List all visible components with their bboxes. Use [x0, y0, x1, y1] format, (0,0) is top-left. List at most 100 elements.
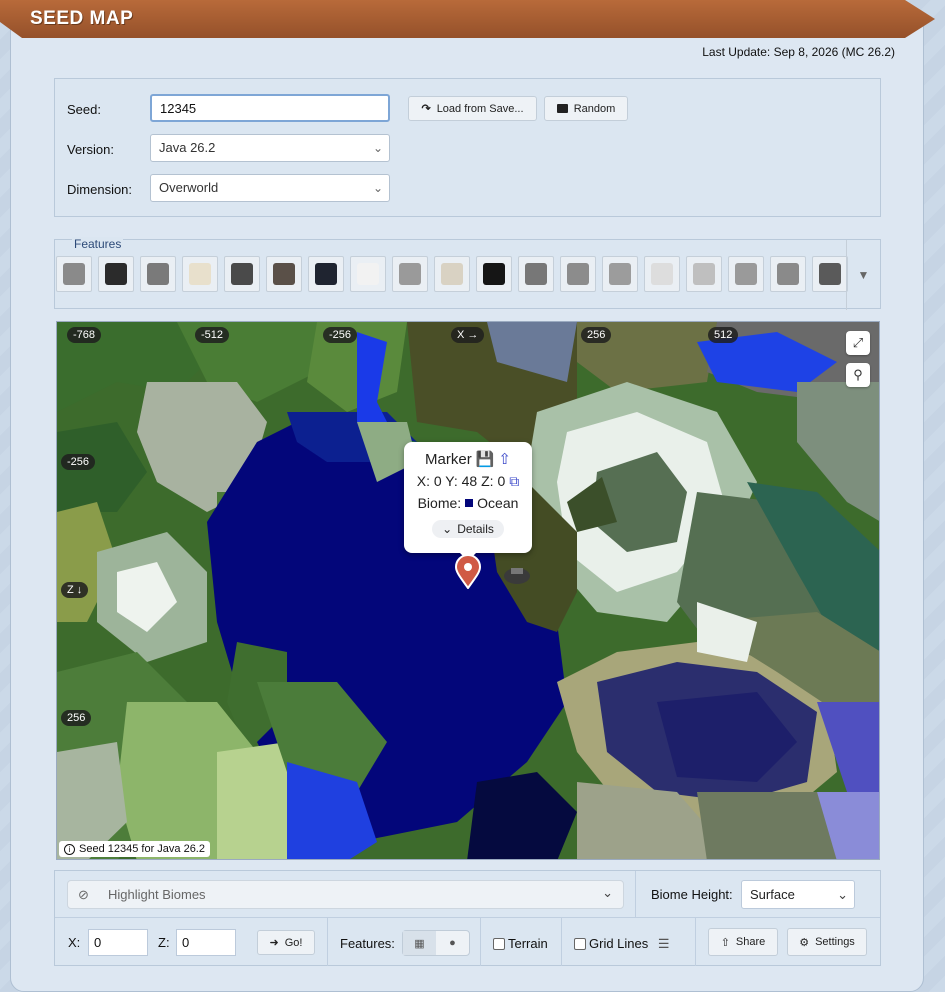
divider: [480, 918, 481, 966]
feature-toggle-spyglass[interactable]: [770, 256, 806, 292]
feature-dots-icon[interactable]: ●: [436, 931, 469, 955]
feature-toggle-apple[interactable]: [644, 256, 680, 292]
version-value: Java 26.2: [159, 140, 216, 155]
x-axis-label: X →: [451, 327, 485, 343]
map-caption: i Seed 12345 for Java 26.2: [59, 841, 210, 857]
x-coord-label: X:: [68, 935, 81, 950]
dimension-value: Overworld: [159, 180, 219, 195]
marker-popup: Marker 💾 ⇧ X: 0 Y: 48 Z: 0 ⧉ Biome: Ocea…: [404, 442, 532, 561]
desert-temple-icon: [189, 263, 211, 285]
feature-toggle-mineshaft[interactable]: [56, 256, 92, 292]
compass-icon: ➜: [269, 937, 279, 949]
x-tick-label: 512: [708, 327, 739, 343]
feature-toggle-pillager-outpost[interactable]: [224, 256, 260, 292]
copy-icon[interactable]: ⧉: [509, 473, 519, 490]
feature-toggle-jungle-temple[interactable]: [266, 256, 302, 292]
shipwreck-icon[interactable]: [503, 562, 531, 586]
fullscreen-icon[interactable]: ⤢: [846, 331, 870, 355]
x-tick-label: -256: [323, 327, 358, 343]
divider: [695, 918, 696, 966]
grid-lines-label: Grid Lines: [589, 936, 649, 951]
apple-icon: [651, 263, 673, 285]
feature-toggle-trail-ruins[interactable]: [560, 256, 596, 292]
divider: [635, 871, 636, 917]
dimension-select[interactable]: Overworld ⌄: [150, 174, 390, 202]
upload-icon: ⇧: [720, 936, 730, 949]
expand-features-icon[interactable]: ▼: [846, 240, 880, 310]
share-icon[interactable]: ⇧: [498, 450, 511, 468]
dungeon-icon: [147, 263, 169, 285]
features-panel: Features ▼: [54, 237, 881, 310]
marker-coords: X: 0 Y: 48 Z: 0: [416, 473, 506, 489]
divider: [327, 918, 328, 966]
feature-toggle-mansion[interactable]: [686, 256, 722, 292]
load-from-save-button[interactable]: ↷ Load from Save...: [408, 96, 537, 121]
settings-button[interactable]: ⚙ Settings: [787, 928, 867, 956]
map-pin-icon[interactable]: [455, 555, 481, 589]
feature-toggle-amethyst[interactable]: [602, 256, 638, 292]
page-title: SEED MAP: [30, 8, 134, 29]
z-coord-input[interactable]: 0: [176, 929, 236, 956]
checkbox-icon: [493, 938, 505, 950]
random-label: Random: [573, 102, 616, 115]
highlight-biomes-select[interactable]: ⊘ Highlight Biomes ⌄: [67, 880, 624, 909]
details-button[interactable]: ⌄ Details: [432, 520, 504, 538]
feature-toggle-obsidian[interactable]: [476, 256, 512, 292]
clapperboard-icon: [556, 104, 568, 113]
highlight-placeholder: Highlight Biomes: [108, 887, 206, 902]
features-toggle[interactable]: ▦ ●: [402, 930, 470, 956]
biome-height-select[interactable]: Surface ⌄: [741, 880, 855, 909]
feature-toggle-ruined-portal[interactable]: [518, 256, 554, 292]
share-button[interactable]: ⇧ Share: [708, 928, 778, 956]
chevron-down-icon: ⌄: [442, 522, 453, 536]
mineshaft-icon: [63, 263, 85, 285]
z-axis-label: Z ↓: [61, 582, 89, 598]
divider: [55, 917, 880, 918]
sliders-icon[interactable]: ☰: [658, 936, 670, 951]
popup-title: Marker: [425, 450, 472, 468]
terrain-checkbox[interactable]: Terrain: [493, 936, 548, 951]
map-controls: ⊘ Highlight Biomes ⌄ Biome Height: Surfa…: [54, 870, 881, 966]
chevron-down-icon: ⌄: [837, 887, 848, 902]
go-label: Go!: [284, 936, 303, 949]
shipwreck-anchor-icon: [315, 263, 337, 285]
load-from-save-label: Load from Save...: [436, 102, 524, 115]
chevron-down-icon: ⌄: [372, 181, 383, 195]
feature-toggle-igloo[interactable]: [392, 256, 428, 292]
trial-chamber-icon: [819, 263, 841, 285]
biome-value: Ocean: [477, 495, 519, 511]
chevron-down-icon: ⌄: [372, 141, 383, 155]
seed-input[interactable]: 12345: [150, 94, 390, 122]
pillager-outpost-icon: [231, 263, 253, 285]
feature-toggle-snowball[interactable]: [350, 256, 386, 292]
random-button[interactable]: Random: [544, 96, 628, 121]
x-coord-input[interactable]: 0: [88, 929, 148, 956]
share-label: Share: [735, 936, 766, 948]
gear-icon: ⚙: [799, 936, 810, 949]
seed-map-canvas[interactable]: -768 -512 -256 X → 256 512 -256 Z ↓ 256 …: [56, 321, 880, 860]
obsidian-icon: [483, 263, 505, 285]
features-toggle-label: Features:: [340, 936, 395, 951]
stronghold-icon: [105, 263, 127, 285]
ocean-swatch-icon: [465, 499, 474, 507]
igloo-icon: [399, 263, 421, 285]
feature-toggle-trial-chamber[interactable]: [812, 256, 848, 292]
save-icon[interactable]: 💾: [476, 450, 495, 468]
biome-map: [57, 322, 879, 859]
seed-settings-box: Seed: 12345 Version: Java 26.2 ⌄ Dimensi…: [54, 78, 881, 217]
search-icon[interactable]: ⚲: [846, 363, 870, 387]
dimension-label: Dimension:: [67, 182, 133, 197]
last-update-text: Last Update: Sep 8, 2026 (MC 26.2): [702, 45, 895, 59]
feature-toggle-dungeon[interactable]: [140, 256, 176, 292]
feature-toggle-shipwreck-anchor[interactable]: [308, 256, 344, 292]
feature-toggle-desert-temple[interactable]: [182, 256, 218, 292]
feature-toggle-fossil[interactable]: [434, 256, 470, 292]
go-button[interactable]: ➜ Go!: [257, 930, 315, 955]
version-select[interactable]: Java 26.2 ⌄: [150, 134, 390, 162]
feature-toggle-barrel[interactable]: [728, 256, 764, 292]
x-tick-label: -768: [67, 327, 102, 343]
grid-lines-checkbox[interactable]: Grid Lines ☰: [574, 936, 670, 952]
seed-label: Seed:: [67, 102, 101, 117]
feature-toggle-stronghold[interactable]: [98, 256, 134, 292]
feature-icons-icon[interactable]: ▦: [403, 931, 436, 955]
